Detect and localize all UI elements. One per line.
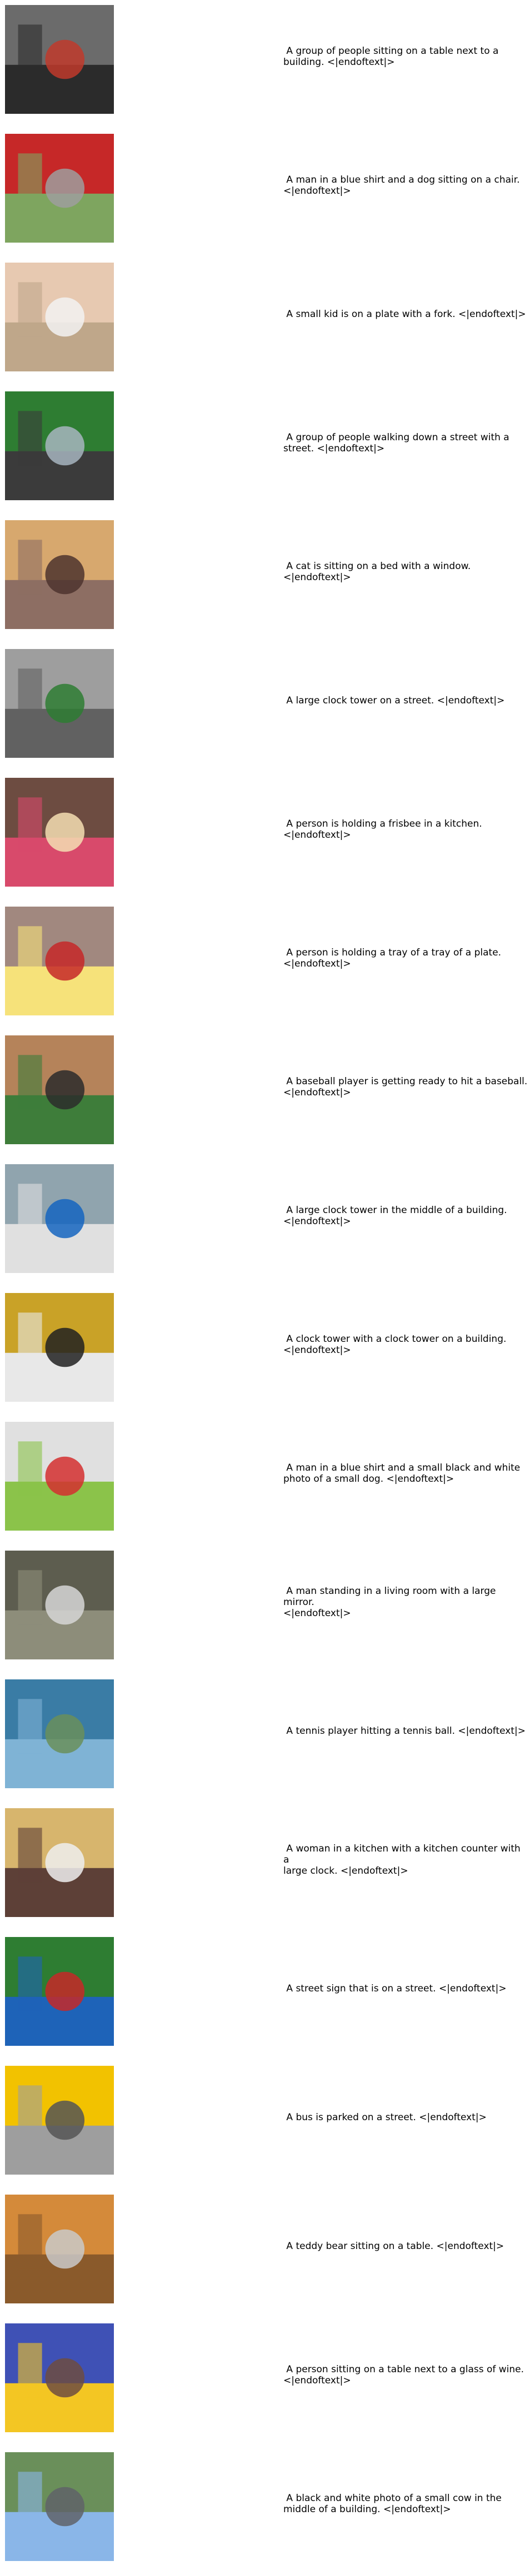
photo-thumbnail [5,1164,114,1273]
caption-text: A tennis player hitting a tennis ball. <… [283,1725,526,1737]
gallery-row: A tennis player hitting a tennis ball. <… [0,1674,530,1803]
gallery-row: A person is holding a frisbee in a kitch… [0,773,530,902]
photo-thumbnail [5,1551,114,1659]
photo-thumbnail [5,134,114,243]
caption-text: A person is holding a frisbee in a kitch… [283,818,482,841]
photo-thumbnail [5,1937,114,2046]
caption-text: A man in a blue shirt and a dog sitting … [283,174,520,197]
gallery-row: A person is holding a tray of a tray of … [0,902,530,1030]
gallery-row: A woman in a kitchen with a kitchen coun… [0,1803,530,1932]
photo-thumbnail [5,1293,114,1402]
caption-text: A person is holding a tray of a tray of … [283,947,502,969]
caption-text: A cat is sitting on a bed with a window.… [283,561,471,583]
caption-text: A man standing in a living room with a l… [283,1586,496,1619]
caption-text: A clock tower with a clock tower on a bu… [283,1334,507,1356]
gallery-row: A person sitting on a table next to a gl… [0,2318,530,2447]
caption-text: A large clock tower in the middle of a b… [283,1205,507,1227]
gallery-row: A large clock tower on a street. <|endof… [0,644,530,773]
caption-text: A street sign that is on a street. <|end… [283,1983,507,1994]
gallery-row: A small kid is on a plate with a fork. <… [0,258,530,386]
photo-thumbnail [5,1808,114,1917]
photo-thumbnail [5,391,114,500]
gallery-row: A man in a blue shirt and a dog sitting … [0,129,530,258]
caption-text: A small kid is on a plate with a fork. <… [283,309,526,320]
gallery-row: A teddy bear sitting on a table. <|endof… [0,2190,530,2318]
photo-thumbnail [5,2452,114,2561]
gallery-row: A man in a blue shirt and a small black … [0,1417,530,1546]
photo-thumbnail [5,907,114,1015]
gallery-row: A street sign that is on a street. <|end… [0,1932,530,2061]
photo-thumbnail [5,2195,114,2303]
gallery-row: A bus is parked on a street. <|endoftext… [0,2061,530,2190]
gallery-row: A large clock tower in the middle of a b… [0,1159,530,1288]
photo-thumbnail [5,1679,114,1788]
caption-text: A man in a blue shirt and a small black … [283,1462,521,1485]
photo-thumbnail [5,520,114,629]
photo-thumbnail [5,1422,114,1531]
gallery-row: A group of people sitting on a table nex… [0,0,530,129]
photo-thumbnail [5,263,114,371]
gallery-row: A baseball player is getting ready to hi… [0,1030,530,1159]
caption-text: A group of people sitting on a table nex… [283,46,499,68]
photo-thumbnail [5,2066,114,2175]
photo-thumbnail [5,1035,114,1144]
caption-text: A teddy bear sitting on a table. <|endof… [283,2241,504,2252]
caption-text: A person sitting on a table next to a gl… [283,2364,524,2386]
photo-thumbnail [5,649,114,758]
caption-text: A group of people walking down a street … [283,432,509,454]
caption-text: A black and white photo of a small cow i… [283,2493,502,2515]
photo-thumbnail [5,5,114,114]
caption-text: A baseball player is getting ready to hi… [283,1076,528,1098]
caption-gallery: A group of people sitting on a table nex… [0,0,530,2576]
caption-text: A large clock tower on a street. <|endof… [283,695,505,706]
caption-text: A bus is parked on a street. <|endoftext… [283,2112,487,2123]
photo-thumbnail [5,778,114,887]
gallery-row: A clock tower with a clock tower on a bu… [0,1288,530,1417]
gallery-row: A group of people walking down a street … [0,386,530,515]
gallery-row: A cat is sitting on a bed with a window.… [0,515,530,644]
photo-thumbnail [5,2323,114,2432]
gallery-row: A black and white photo of a small cow i… [0,2447,530,2576]
caption-text: A woman in a kitchen with a kitchen coun… [283,1843,521,1876]
gallery-row: A man standing in a living room with a l… [0,1546,530,1674]
